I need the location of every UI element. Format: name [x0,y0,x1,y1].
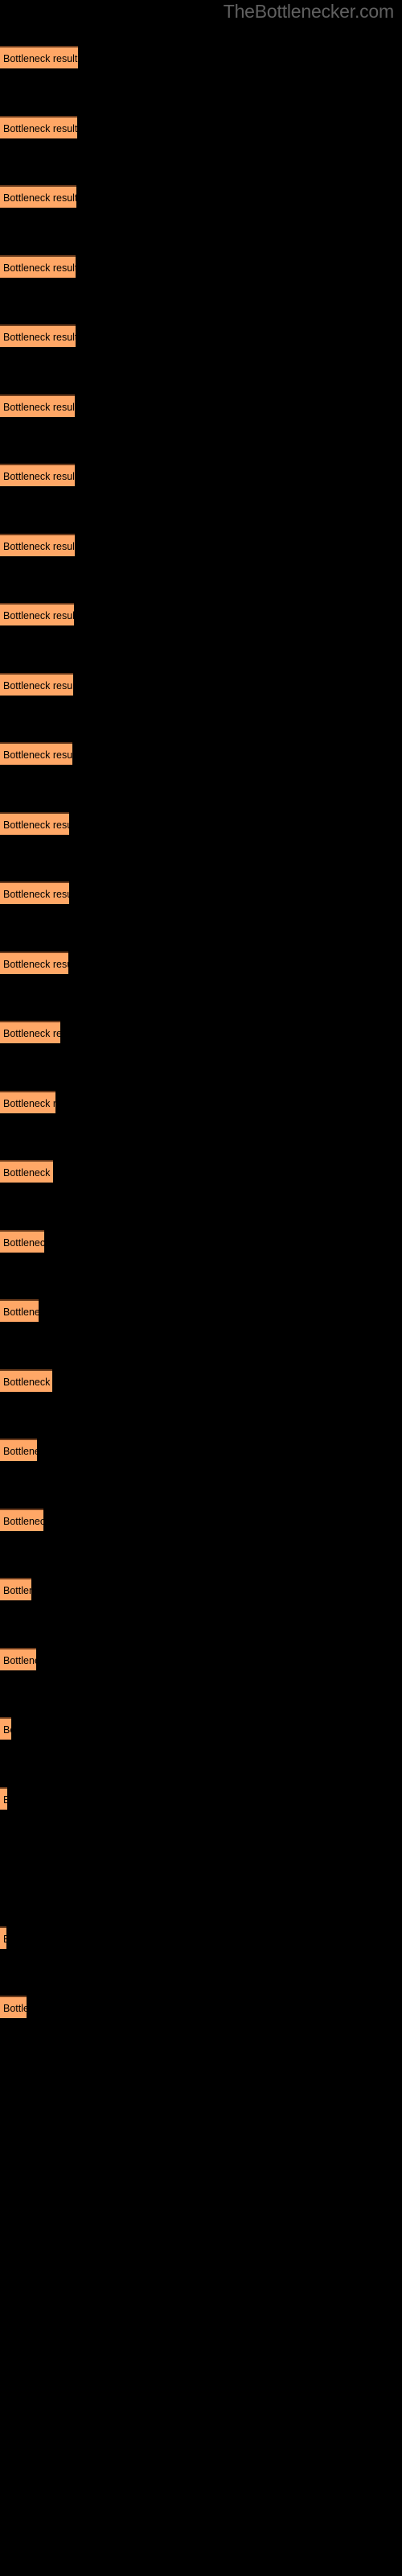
bar-value-label: Bottleneck result [3,1237,44,1249]
chart-bar: Bottleneck result [0,116,77,138]
bar-value-label: Bottleneck result [3,1585,31,1596]
chart-bar: Bottleneck result [0,464,75,486]
bar-value-label: Bottleneck result [3,1307,39,1318]
chart-bar: Bottleneck result [0,1299,39,1322]
chart-bar: Bottleneck result [0,1578,31,1600]
bar-value-label: Bottleneck result [3,262,76,274]
bar-value-label: Bottleneck result [3,1377,52,1388]
chart-bar: Bottleneck result [0,603,74,625]
bar-value-label: Bottleneck result [3,1928,6,1949]
bar-value-label: Bottleneck result [3,1655,36,1666]
chart-bar: Bottleneck result [0,1230,44,1253]
chart-bar: Bottleneck result [0,1787,7,1810]
bar-value-label: Bottleneck result [3,1098,55,1109]
bar-value-label: Bottleneck result [3,959,68,970]
chart-bar: Bottleneck result [0,1369,52,1392]
bar-value-label: Bottleneck result [3,192,76,204]
chart-bar: Bottleneck result [0,673,73,696]
bar-value-label: Bottleneck result [3,1028,60,1039]
bar-value-label: Bottleneck result [3,819,69,831]
chart-bar: Bottleneck result [0,881,69,904]
bar-value-label: Bottleneck result [3,123,77,134]
chart-bar: Bottleneck result [0,394,75,417]
chart-bar: Bottleneck result [0,1160,53,1183]
chart-bar: Bottleneck result [0,742,72,765]
chart-bar: Bottleneck result [0,185,76,208]
chart-bar: Bottleneck result [0,952,68,974]
bar-value-label: Bottleneck result [3,889,69,900]
chart-bar: Bottleneck result [0,534,75,556]
bar-value-label: Bottleneck result [3,1516,43,1527]
chart-bar: Bottleneck result [0,1439,37,1461]
bar-value-label: Bottleneck result [3,402,75,413]
chart-bar: Bottleneck result [0,1091,55,1113]
chart-bar: Bottleneck result [0,1648,36,1670]
chart-bar: Bottleneck result [0,1717,11,1740]
chart-bar: Bottleneck result [0,1996,27,2018]
bar-value-label: Bottleneck result [3,471,75,482]
bar-chart-plot-area: Bottleneck result Bottleneck result Bottle… [0,0,402,2576]
bar-value-label: Bottleneck result [3,53,78,64]
chart-bar: Bottleneck result [0,1021,60,1043]
bar-value-label: Bottleneck result [3,680,73,691]
bar-value-label: Bottleneck result [3,2003,27,2014]
chart-bar: Bottleneck result [0,255,76,278]
chart-bar: Bottleneck result [0,812,69,835]
chart-bar: Bottleneck result [0,1509,43,1531]
bar-value-label: Bottleneck result [3,749,72,761]
bar-value-label: Bottleneck result [3,1724,11,1736]
chart-bar: Bottleneck result [0,324,76,347]
bar-value-label: Bottleneck result [3,1167,53,1179]
bar-value-label: Bottleneck result [3,1446,37,1457]
chart-bar: Bottleneck result [0,46,78,68]
bar-value-label: Bottleneck result [3,541,75,552]
chart-bar: Bottleneck result [0,1926,6,1949]
bar-value-label: Bottleneck result [3,1789,7,1810]
bar-value-label: Bottleneck result [3,610,74,621]
bar-value-label: Bottleneck result [3,332,76,343]
